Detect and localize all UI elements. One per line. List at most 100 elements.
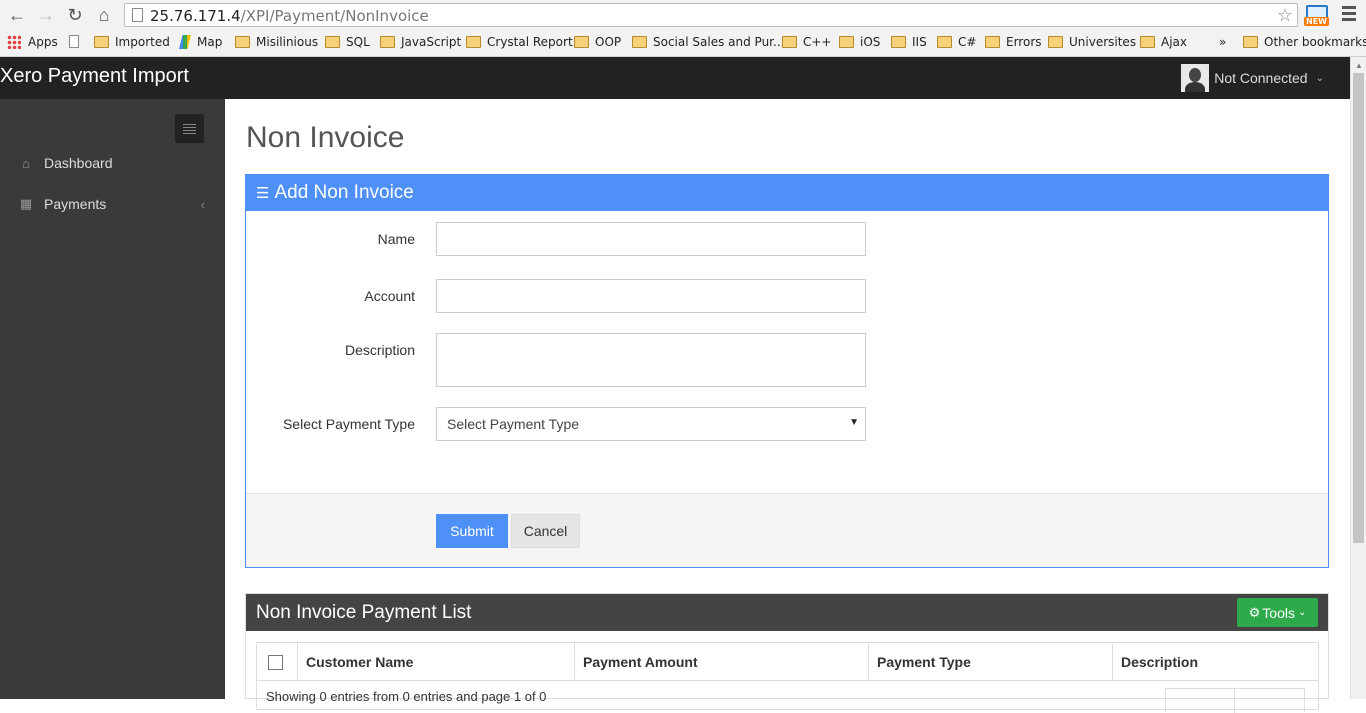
bookmarks-bar: Apps Imported Map Misilinious SQL JavaSc… xyxy=(0,30,1366,56)
payment-type-selected: Select Payment Type xyxy=(447,416,580,432)
chevron-left-icon: ‹ xyxy=(200,196,205,212)
column-payment-type[interactable]: Payment Type xyxy=(869,643,1113,681)
cancel-button[interactable]: Cancel xyxy=(511,514,580,548)
chevron-down-icon: ⌄ xyxy=(1315,72,1324,84)
list-title: Non Invoice Payment List xyxy=(256,601,472,623)
column-customer-name[interactable]: Customer Name xyxy=(298,643,575,681)
bookmark-label: Imported xyxy=(115,35,170,49)
bookmark-javascript[interactable]: JavaScript xyxy=(380,35,461,49)
folder-icon xyxy=(985,36,1000,48)
sidebar-item-label: Dashboard xyxy=(44,155,113,171)
payment-type-select[interactable]: Select Payment Type ▼ xyxy=(436,407,866,441)
bookmark-ios[interactable]: iOS xyxy=(839,35,880,49)
browser-chrome: ← → ↻ ⌂ 25.76.171.4/XPI/Payment/NonInvoi… xyxy=(0,0,1366,57)
account-field[interactable] xyxy=(436,279,866,313)
page-scrollbar[interactable]: ▲ xyxy=(1350,57,1366,699)
map-icon xyxy=(179,35,191,49)
submit-button[interactable]: Submit xyxy=(436,514,508,548)
bookmark-label: OOP xyxy=(595,35,622,49)
bookmark-ajax[interactable]: Ajax xyxy=(1140,35,1187,49)
panel-title: Add Non Invoice xyxy=(274,182,414,203)
bookmark-iis[interactable]: IIS xyxy=(891,35,927,49)
home-icon[interactable]: ⌂ xyxy=(93,4,115,26)
sidebar-toggle-button[interactable] xyxy=(175,114,204,143)
table-info-row: Showing 0 entries from 0 entries and pag… xyxy=(256,680,1319,713)
forward-icon[interactable]: → xyxy=(35,4,57,26)
user-menu[interactable]: Not Connected ⌄ xyxy=(1181,64,1324,92)
bookmark-label: Crystal Report xyxy=(487,35,573,49)
url-path: /XPI/Payment/NonInvoice xyxy=(240,7,429,25)
page-icon xyxy=(132,8,143,22)
bookmark-imported[interactable]: Imported xyxy=(94,35,170,49)
sidebar: ⌂ Dashboard ▦ Payments ‹ xyxy=(0,99,225,699)
bookmark-cpp[interactable]: C++ xyxy=(782,35,832,49)
bookmark-csharp[interactable]: C# xyxy=(937,35,976,49)
payment-list-panel: Non Invoice Payment List ⚙ Tools ⌄ Custo… xyxy=(245,593,1329,713)
bookmark-star-icon[interactable]: ☆ xyxy=(1277,5,1293,26)
select-all-checkbox[interactable] xyxy=(268,654,283,670)
folder-icon xyxy=(891,36,906,48)
url-text: 25.76.171.4/XPI/Payment/NonInvoice xyxy=(150,7,429,25)
bookmark-label: Other bookmarks xyxy=(1264,35,1366,49)
add-non-invoice-panel: ☰ Add Non Invoice Name Account Descripti… xyxy=(245,174,1329,568)
folder-icon xyxy=(235,36,250,48)
brand-title[interactable]: Xero Payment Import xyxy=(0,65,189,88)
bookmark-social-sales[interactable]: Social Sales and Pur... xyxy=(632,35,784,49)
gears-icon: ⚙ xyxy=(1248,604,1261,620)
column-description[interactable]: Description xyxy=(1113,643,1318,681)
scroll-up-icon[interactable]: ▲ xyxy=(1355,61,1363,70)
home-icon: ⌂ xyxy=(22,155,30,171)
bookmark-label: Misilinious xyxy=(256,35,319,49)
bookmark-label: SQL xyxy=(346,35,370,49)
account-label: Account xyxy=(364,288,415,304)
bookmark-label: JavaScript xyxy=(401,35,462,49)
folder-icon xyxy=(1140,36,1155,48)
folder-icon xyxy=(1048,36,1063,48)
bookmark-other[interactable]: Other bookmarks xyxy=(1243,35,1366,49)
bookmark-errors[interactable]: Errors xyxy=(985,35,1042,49)
apps-icon xyxy=(7,35,21,49)
pagination[interactable] xyxy=(1165,688,1305,713)
bookmarks-overflow[interactable]: » xyxy=(1219,35,1226,49)
back-icon[interactable]: ← xyxy=(6,4,28,26)
description-field[interactable] xyxy=(436,333,866,387)
bookmark-map[interactable]: Map xyxy=(179,35,222,49)
bookmark-label: Apps xyxy=(28,35,58,49)
bookmark-universites[interactable]: Universites xyxy=(1048,35,1136,49)
bookmark-label: iOS xyxy=(860,35,881,49)
folder-icon xyxy=(574,36,589,48)
payment-type-label: Select Payment Type xyxy=(282,416,415,432)
sidebar-item-dashboard[interactable]: ⌂ Dashboard xyxy=(0,143,225,183)
name-field[interactable] xyxy=(436,222,866,256)
folder-icon xyxy=(1243,36,1258,48)
sidebar-item-payments[interactable]: ▦ Payments ‹ xyxy=(0,184,225,224)
browser-menu-icon[interactable] xyxy=(1342,6,1356,22)
bookmark-crystal-report[interactable]: Crystal Report xyxy=(466,35,573,49)
reload-icon[interactable]: ↻ xyxy=(64,4,86,26)
extension-icon[interactable]: NEW xyxy=(1304,3,1332,27)
app-header: Xero Payment Import Not Connected ⌄ xyxy=(0,57,1350,99)
bookmark-misilinious[interactable]: Misilinious xyxy=(235,35,318,49)
bookmark-sql[interactable]: SQL xyxy=(325,35,370,49)
name-label: Name xyxy=(377,231,415,247)
bookmark-label: C# xyxy=(958,35,977,49)
bookmark-apps[interactable]: Apps xyxy=(7,35,58,49)
table-info-text: Showing 0 entries from 0 entries and pag… xyxy=(266,689,547,704)
folder-icon xyxy=(937,36,952,48)
bookmark-label: IIS xyxy=(912,35,927,49)
address-bar[interactable]: 25.76.171.4/XPI/Payment/NonInvoice ☆ xyxy=(124,3,1298,27)
column-payment-amount[interactable]: Payment Amount xyxy=(575,643,869,681)
url-host: 25.76.171.4 xyxy=(150,7,241,25)
list-heading: Non Invoice Payment List ⚙ Tools ⌄ xyxy=(246,594,1328,631)
page-title: Non Invoice xyxy=(246,121,405,154)
folder-icon xyxy=(325,36,340,48)
bookmark-label: Social Sales and Pur... xyxy=(653,35,785,49)
browser-navbar: ← → ↻ ⌂ 25.76.171.4/XPI/Payment/NonInvoi… xyxy=(0,0,1366,30)
description-label: Description xyxy=(344,342,415,358)
scroll-thumb[interactable] xyxy=(1353,73,1364,543)
bookmark-oop[interactable]: OOP xyxy=(574,35,621,49)
bookmark-page[interactable] xyxy=(69,35,85,48)
tools-button[interactable]: ⚙ Tools ⌄ xyxy=(1237,598,1318,627)
avatar xyxy=(1181,64,1210,92)
panel-heading: ☰ Add Non Invoice xyxy=(246,175,1328,211)
